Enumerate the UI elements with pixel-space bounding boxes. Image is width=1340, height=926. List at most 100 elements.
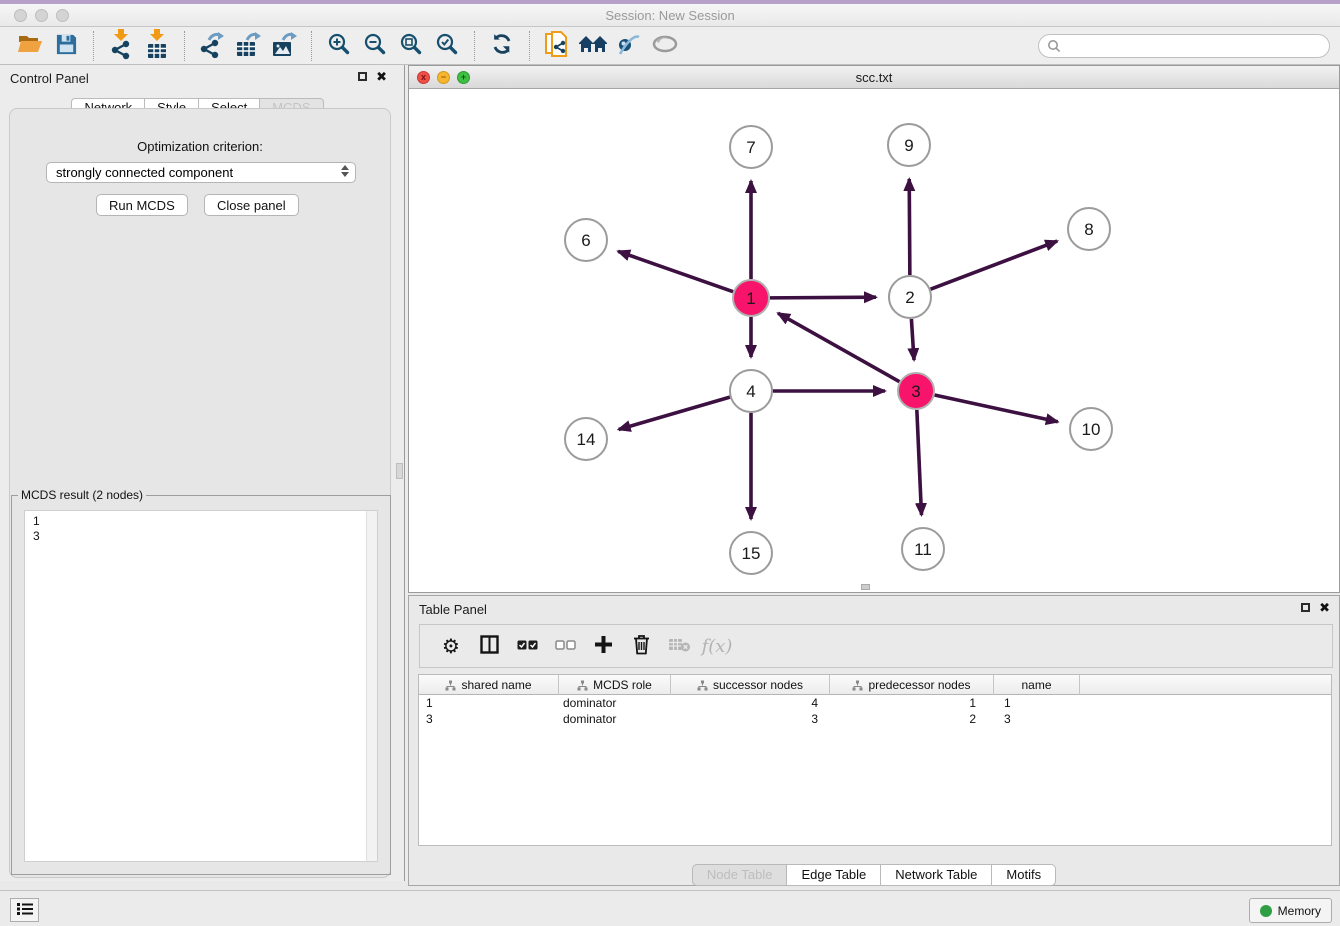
app-title: Session: New Session — [0, 8, 1340, 23]
graph-edge-4-14[interactable] — [619, 397, 730, 429]
graph-node-label: 8 — [1084, 220, 1093, 239]
network-canvas[interactable]: 7968124314101511 — [409, 89, 1339, 592]
sort-icon — [445, 680, 456, 691]
mcds-panel: Optimization criterion: strongly connect… — [9, 108, 391, 878]
deselect-all-button[interactable] — [546, 629, 584, 663]
column-label: successor nodes — [713, 678, 803, 692]
float-panel-icon[interactable] — [358, 72, 367, 81]
open-session-button[interactable] — [12, 30, 48, 62]
tab-motifs[interactable]: Motifs — [992, 864, 1056, 886]
run-mcds-button[interactable]: Run MCDS — [96, 194, 188, 216]
table-toolbar: ⚙ f(x) — [419, 624, 1333, 668]
network-scroll-handle[interactable] — [861, 584, 870, 590]
table-cell: 3 — [671, 711, 830, 727]
export-network-icon — [199, 30, 225, 61]
graph-edge-2-8[interactable] — [931, 241, 1058, 289]
toolbar-separator — [474, 31, 475, 61]
mcds-result-scrollbar[interactable] — [366, 511, 377, 861]
graph-edge-3-1[interactable] — [778, 313, 899, 381]
memory-button[interactable]: Memory — [1249, 898, 1332, 923]
table-settings-button[interactable]: ⚙ — [432, 629, 470, 663]
import-network-button[interactable] — [103, 30, 139, 62]
column-header-shared-name[interactable]: shared name — [419, 675, 559, 695]
refresh-icon — [490, 32, 514, 59]
table-panel-tabs: Node TableEdge TableNetwork TableMotifs — [409, 864, 1339, 886]
hide-panels-button[interactable] — [611, 30, 647, 62]
dropdown-stepper-icon — [341, 165, 349, 177]
mcds-result-list[interactable]: 1 3 — [24, 510, 378, 862]
refresh-view-button[interactable] — [484, 30, 520, 62]
criterion-dropdown[interactable]: strongly connected component — [46, 162, 356, 183]
trash-icon — [632, 634, 651, 658]
export-table-button[interactable] — [230, 30, 266, 62]
close-panel-icon[interactable]: ✖ — [376, 71, 387, 82]
column-label: shared name — [461, 678, 531, 692]
graph-edge-2-9[interactable] — [909, 179, 910, 275]
column-header-predecessor-nodes[interactable]: predecessor nodes — [830, 675, 994, 695]
houses-icon — [578, 33, 608, 58]
network-view-titlebar[interactable]: x − + scc.txt — [409, 66, 1339, 89]
close-panel-button[interactable]: Close panel — [204, 194, 299, 216]
sort-icon — [852, 680, 863, 691]
toolbar-separator — [311, 31, 312, 61]
column-header-name[interactable]: name — [994, 675, 1080, 695]
network-view-window: x − + scc.txt 7968124314101511 — [408, 65, 1340, 593]
column-header-mcds-role[interactable]: MCDS role — [559, 675, 671, 695]
tab-edge-table[interactable]: Edge Table — [787, 864, 881, 886]
tab-network-table[interactable]: Network Table — [881, 864, 992, 886]
delete-column-button[interactable] — [622, 629, 660, 663]
select-all-button[interactable] — [508, 629, 546, 663]
show-all-panels-button[interactable] — [575, 30, 611, 62]
search-field-wrap — [1038, 34, 1330, 58]
new-network-view-button[interactable] — [539, 30, 575, 62]
function-builder-button[interactable]: f(x) — [698, 629, 736, 663]
toggle-graphics-details-button[interactable] — [647, 30, 683, 62]
zoom-out-icon — [363, 32, 387, 59]
table-row[interactable]: 3dominator323 — [419, 711, 1331, 727]
graph-edge-1-2[interactable] — [770, 297, 876, 298]
column-label: predecessor nodes — [868, 678, 970, 692]
export-image-button[interactable] — [266, 30, 302, 62]
table-row[interactable]: 1dominator411 — [419, 695, 1331, 711]
tab-node-table[interactable]: Node Table — [692, 864, 788, 886]
mcds-result-title: MCDS result (2 nodes) — [18, 488, 146, 502]
graph-edge-3-10[interactable] — [935, 395, 1058, 422]
zoom-fit-button[interactable] — [393, 30, 429, 62]
graph-edge-2-3[interactable] — [911, 319, 914, 360]
float-panel-icon[interactable] — [1301, 603, 1310, 612]
close-panel-icon[interactable]: ✖ — [1319, 602, 1330, 613]
optimization-criterion-label: Optimization criterion: — [10, 139, 390, 154]
table-cell: dominator — [559, 711, 671, 727]
table-header-row: shared name MCDS role successor nodes prede… — [419, 675, 1331, 695]
delete-table-button[interactable] — [660, 629, 698, 663]
search-input[interactable] — [1038, 34, 1330, 58]
graph-edge-3-11[interactable] — [917, 410, 922, 515]
graph-node-label: 10 — [1082, 420, 1101, 439]
import-table-button[interactable] — [139, 30, 175, 62]
export-table-icon — [235, 30, 262, 61]
zoom-selected-button[interactable] — [429, 30, 465, 62]
create-column-button[interactable] — [584, 629, 622, 663]
task-history-button[interactable] — [10, 898, 39, 922]
mcds-result-group: MCDS result (2 nodes) 1 3 — [11, 495, 391, 875]
export-network-button[interactable] — [194, 30, 230, 62]
graph-node-label: 6 — [581, 231, 590, 250]
main-toolbar — [0, 27, 1340, 65]
export-image-icon — [271, 30, 298, 61]
table-cell: 1 — [994, 695, 1080, 711]
zoom-in-icon — [327, 32, 351, 59]
graph-edge-1-6[interactable] — [618, 251, 733, 291]
column-label: name — [1021, 678, 1051, 692]
plus-icon — [594, 635, 613, 657]
column-header-successor-nodes[interactable]: successor nodes — [671, 675, 830, 695]
zoom-out-button[interactable] — [357, 30, 393, 62]
workspace: Control Panel ✖ NetworkStyleSelectMCDS O… — [0, 65, 1340, 890]
splitter-handle[interactable] — [396, 463, 403, 479]
zoom-fit-icon — [399, 32, 423, 59]
zoom-in-button[interactable] — [321, 30, 357, 62]
document-network-icon — [544, 30, 570, 61]
panel-splitter[interactable] — [395, 65, 408, 881]
show-columns-button[interactable] — [470, 629, 508, 663]
save-session-button[interactable] — [48, 30, 84, 62]
node-table: shared name MCDS role successor nodes prede… — [418, 674, 1332, 846]
